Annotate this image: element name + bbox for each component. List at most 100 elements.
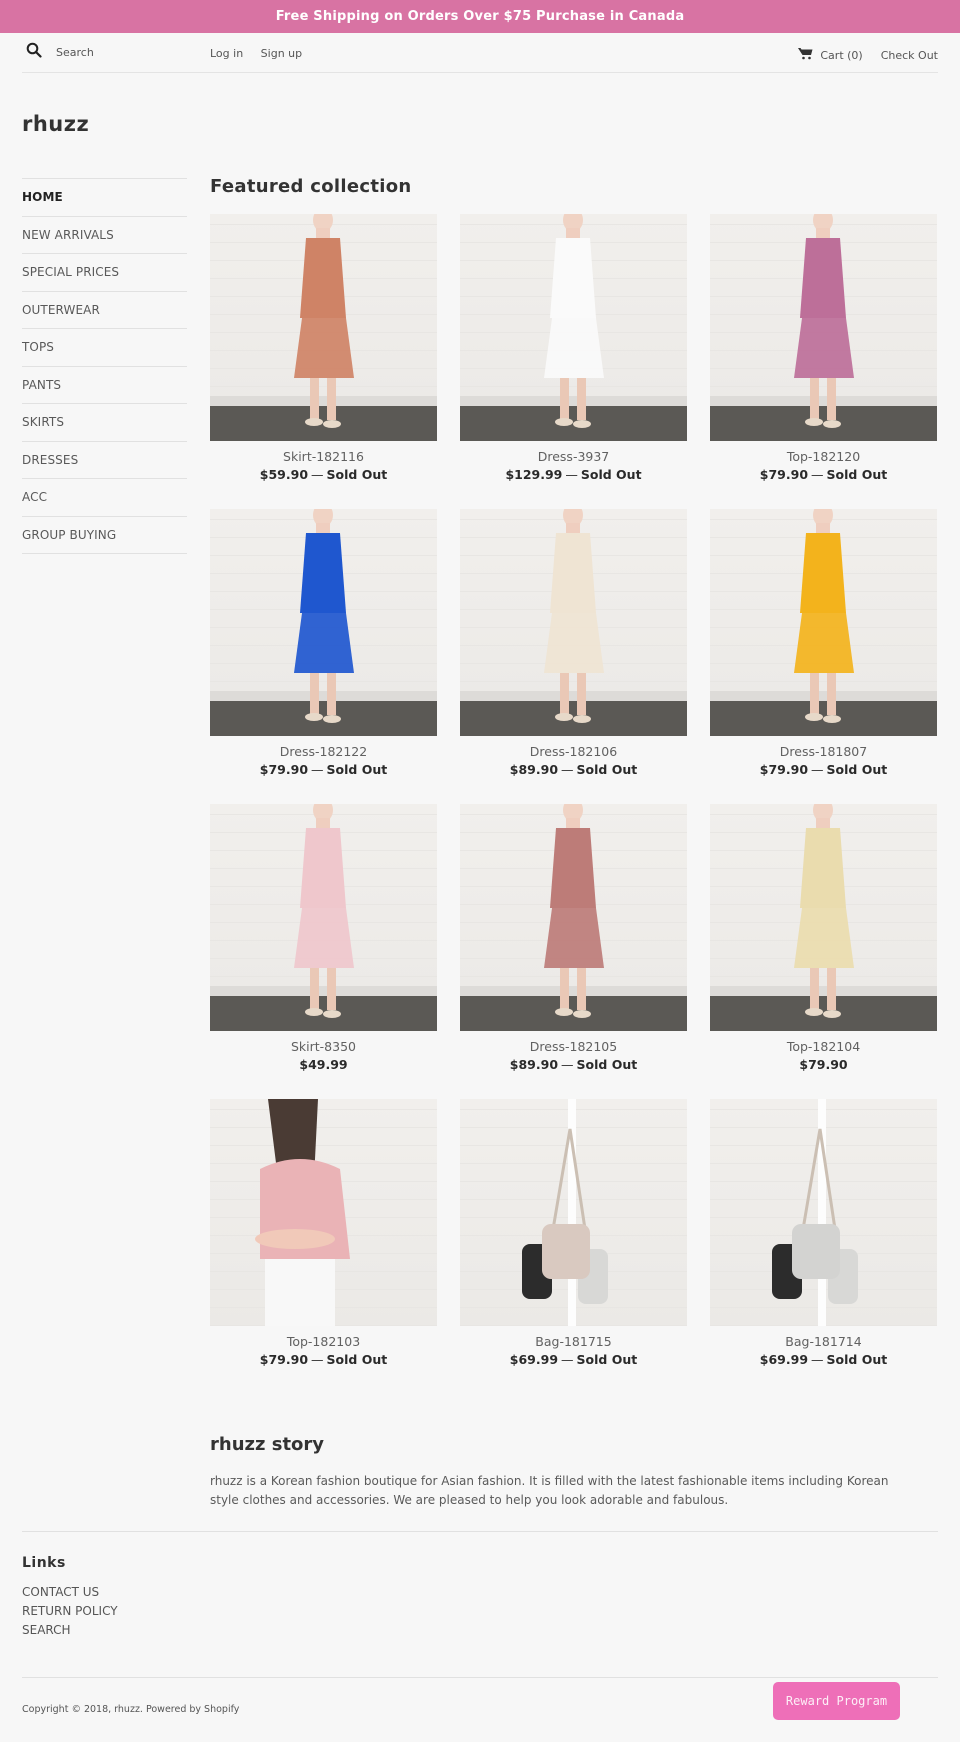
product-price: $79.90 xyxy=(759,467,809,482)
product-image[interactable] xyxy=(460,1099,687,1326)
product-title[interactable]: Skirt-182116 xyxy=(210,449,437,464)
product-title[interactable]: Top-182103 xyxy=(210,1334,437,1349)
sidebar-item-outerwear[interactable]: OUTERWEAR xyxy=(22,292,187,329)
cart-link[interactable]: Cart (0) xyxy=(820,49,862,62)
sold-out-badge: Sold Out xyxy=(326,1352,388,1367)
sold-out-badge: Sold Out xyxy=(326,467,388,482)
product-title[interactable]: Dress-182122 xyxy=(210,744,437,759)
sidebar-item-tops[interactable]: TOPS xyxy=(22,329,187,367)
product-title[interactable]: Dress-182105 xyxy=(460,1039,687,1054)
product-image[interactable] xyxy=(210,804,437,1031)
product-card[interactable]: Dress-182122 $79.90— Sold Out xyxy=(210,509,437,804)
product-title[interactable]: Top-182104 xyxy=(710,1039,937,1054)
model-illustration xyxy=(544,214,604,428)
product-card[interactable]: Top-182103 $79.90— Sold Out xyxy=(210,1099,437,1394)
product-card[interactable]: Bag-181714 $69.99— Sold Out xyxy=(710,1099,937,1394)
footer-link-search[interactable]: SEARCH xyxy=(22,1621,938,1640)
product-image[interactable] xyxy=(460,804,687,1031)
product-title[interactable]: Dress-181807 xyxy=(710,744,937,759)
bag-illustration xyxy=(772,1099,858,1326)
product-price-line: $79.90— Sold Out xyxy=(710,467,937,482)
product-title[interactable]: Dress-182106 xyxy=(460,744,687,759)
sold-out-badge: Sold Out xyxy=(580,467,642,482)
product-grid: Skirt-182116 $59.90— Sold Out Dress-3937 $12… xyxy=(210,214,937,1394)
product-image[interactable] xyxy=(710,509,937,736)
reward-program-button[interactable]: Reward Program xyxy=(773,1682,900,1720)
product-image[interactable] xyxy=(460,509,687,736)
product-image[interactable] xyxy=(710,214,937,441)
footer-divider xyxy=(22,1677,938,1678)
product-price: $129.99 xyxy=(505,467,563,482)
product-image[interactable] xyxy=(210,214,437,441)
story-text: rhuzz is a Korean fashion boutique for A… xyxy=(210,1474,889,1507)
product-title[interactable]: Skirt-8350 xyxy=(210,1039,437,1054)
announcement-bar: Free Shipping on Orders Over $75 Purchas… xyxy=(0,0,960,33)
product-image[interactable] xyxy=(460,214,687,441)
product-title[interactable]: Top-182120 xyxy=(710,449,937,464)
copyright: Copyright © 2018, rhuzz. Powered by Shop… xyxy=(22,1704,240,1715)
price-separator: — xyxy=(311,1352,324,1367)
product-card[interactable]: Dress-182106 $89.90— Sold Out xyxy=(460,509,687,804)
footer-link-return-policy[interactable]: RETURN POLICY xyxy=(22,1602,938,1621)
product-card[interactable]: Skirt-182116 $59.90— Sold Out xyxy=(210,214,437,509)
sidebar-item-pants[interactable]: PANTS xyxy=(22,367,187,404)
sidebar-item-group-buying[interactable]: GROUP BUYING xyxy=(22,517,187,554)
model-illustration xyxy=(794,804,854,1018)
product-card[interactable]: Dress-3937 $129.99— Sold Out xyxy=(460,214,687,509)
product-image[interactable] xyxy=(710,1099,937,1326)
sidebar-nav: HOME NEW ARRIVALS SPECIAL PRICES OUTERWE… xyxy=(22,178,187,554)
footer-link-contact-us[interactable]: CONTACT US xyxy=(22,1583,938,1602)
product-card[interactable]: Dress-181807 $79.90— Sold Out xyxy=(710,509,937,804)
account-links: Log in Sign up xyxy=(210,47,316,60)
cart-icon[interactable] xyxy=(798,47,820,63)
product-image[interactable] xyxy=(710,804,937,1031)
product-price-line: $69.99— Sold Out xyxy=(460,1352,687,1367)
sidebar-item-dresses[interactable]: DRESSES xyxy=(22,442,187,479)
product-title[interactable]: Bag-181714 xyxy=(710,1334,937,1349)
product-price: $69.99 xyxy=(509,1352,559,1367)
sidebar-item-home[interactable]: HOME xyxy=(22,179,187,217)
product-price-line: $69.99— Sold Out xyxy=(710,1352,937,1367)
product-image[interactable] xyxy=(210,1099,437,1326)
product-price-line: $79.90— Sold Out xyxy=(210,762,437,777)
login-link[interactable]: Log in xyxy=(210,47,243,60)
sold-out-badge: Sold Out xyxy=(326,762,388,777)
sidebar-item-acc[interactable]: ACC xyxy=(22,479,187,517)
product-price-line: $89.90— Sold Out xyxy=(460,1057,687,1072)
sidebar-item-special-prices[interactable]: SPECIAL PRICES xyxy=(22,254,187,292)
main-content: Featured collection Skirt-182116 $59.90— S… xyxy=(210,176,937,1510)
product-card[interactable]: Top-182104 $79.90 xyxy=(710,804,937,1099)
header-bar: Log in Sign up Cart (0) Check Out xyxy=(22,33,938,73)
product-price: $79.90 xyxy=(259,762,309,777)
product-title[interactable]: Dress-3937 xyxy=(460,449,687,464)
model-illustration xyxy=(544,509,604,723)
product-price: $79.90 xyxy=(259,1352,309,1367)
product-card[interactable]: Top-182120 $79.90— Sold Out xyxy=(710,214,937,509)
product-price: $49.99 xyxy=(299,1057,348,1072)
product-price-line: $79.90— Sold Out xyxy=(210,1352,437,1367)
search-input[interactable] xyxy=(56,45,186,59)
product-image[interactable] xyxy=(210,509,437,736)
checkout-link[interactable]: Check Out xyxy=(881,49,938,62)
product-card[interactable]: Skirt-8350 $49.99 xyxy=(210,804,437,1099)
price-separator: — xyxy=(561,762,574,777)
product-title[interactable]: Bag-181715 xyxy=(460,1334,687,1349)
signup-link[interactable]: Sign up xyxy=(261,47,302,60)
model-illustration xyxy=(255,1099,350,1326)
product-price: $89.90 xyxy=(509,762,559,777)
model-illustration xyxy=(794,509,854,723)
search-icon[interactable] xyxy=(26,42,42,62)
model-illustration xyxy=(294,804,354,1018)
price-separator: — xyxy=(311,762,324,777)
site-logo[interactable]: rhuzz xyxy=(22,112,89,136)
product-card[interactable]: Bag-181715 $69.99— Sold Out xyxy=(460,1099,687,1394)
price-separator: — xyxy=(561,1057,574,1072)
product-price-line: $59.90— Sold Out xyxy=(210,467,437,482)
product-price: $89.90 xyxy=(509,1057,559,1072)
sidebar-item-new-arrivals[interactable]: NEW ARRIVALS xyxy=(22,217,187,254)
sidebar-item-skirts[interactable]: SKIRTS xyxy=(22,404,187,442)
price-separator: — xyxy=(561,1352,574,1367)
model-illustration xyxy=(544,804,604,1018)
product-price-line: $129.99— Sold Out xyxy=(460,467,687,482)
product-card[interactable]: Dress-182105 $89.90— Sold Out xyxy=(460,804,687,1099)
